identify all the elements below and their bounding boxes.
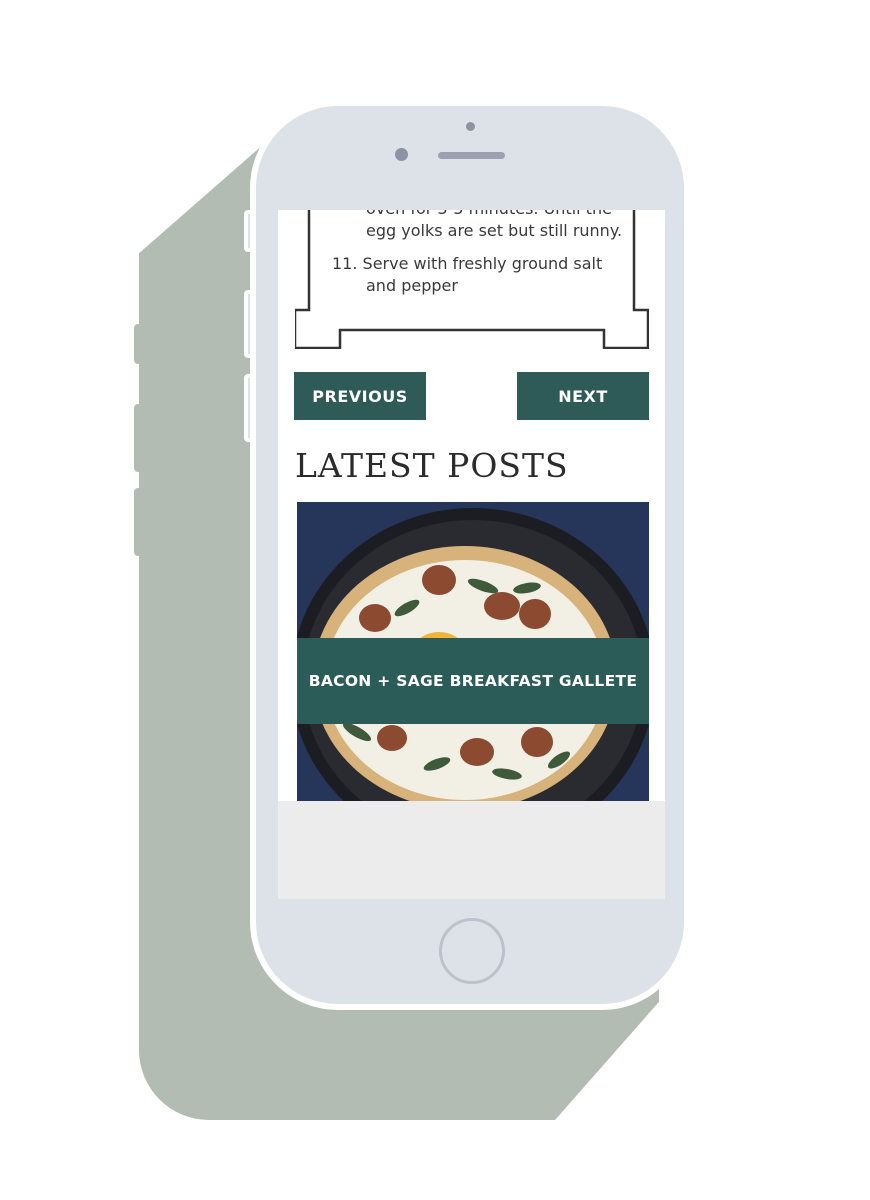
next-button[interactable]: NEXT	[517, 372, 649, 420]
recipe-instructions-box: oven for 3-5 minutes. Until the egg yolk…	[295, 210, 649, 349]
post-title-banner[interactable]: BACON + SAGE BREAKFAST GALLETE	[297, 638, 649, 724]
latest-posts-heading: LATEST POSTS	[295, 446, 569, 485]
earpiece-speaker	[438, 152, 505, 159]
phone-screen: oven for 3-5 minutes. Until the egg yolk…	[278, 210, 665, 899]
home-button[interactable]	[439, 918, 505, 984]
mockup-stage: oven for 3-5 minutes. Until the egg yolk…	[0, 0, 870, 1200]
front-camera-icon	[395, 148, 408, 161]
recipe-step-text: 11. Serve with freshly ground salt	[332, 254, 603, 273]
shadow-side-button	[134, 324, 144, 364]
recipe-step-text: oven for 3-5 minutes. Until the	[366, 210, 612, 220]
shadow-side-button	[134, 404, 144, 472]
recipe-step-text: and pepper	[366, 276, 458, 295]
previous-button[interactable]: PREVIOUS	[294, 372, 426, 420]
shadow-side-button	[134, 488, 144, 556]
latest-post-card[interactable]: BACON + SAGE BREAKFAST GALLETE	[297, 502, 649, 802]
recipe-step-text: egg yolks are set but still runny.	[366, 221, 623, 240]
screen-bottom-area	[278, 801, 665, 899]
proximity-sensor	[466, 122, 475, 131]
